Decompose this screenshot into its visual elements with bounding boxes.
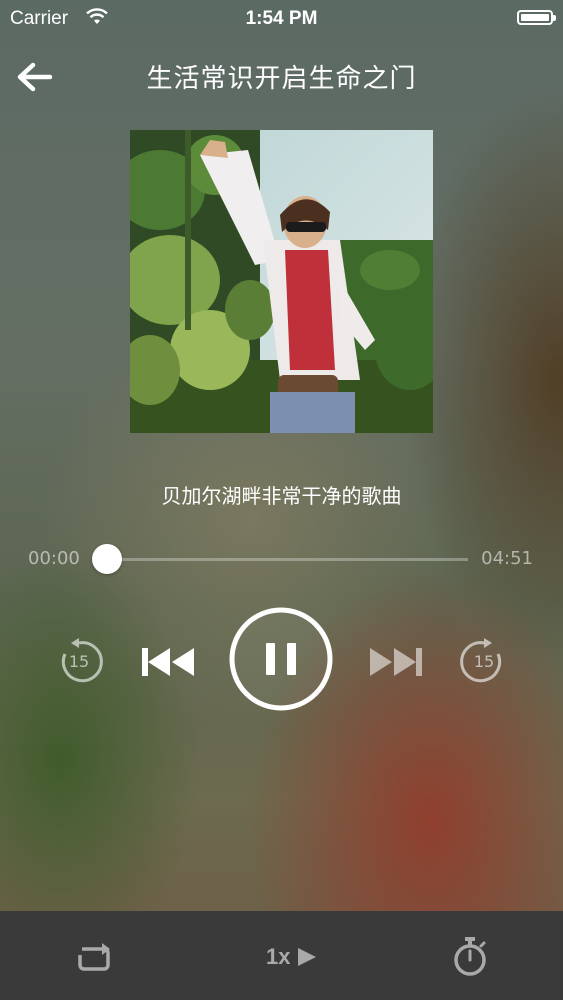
status-bar: Carrier 1:54 PM (0, 0, 563, 38)
album-cover (130, 130, 433, 433)
header: 生活常识开启生命之门 (0, 50, 563, 102)
pause-icon (228, 607, 334, 716)
progress-track[interactable] (100, 558, 468, 561)
skip-back-seconds: 15 (68, 652, 90, 671)
back-button[interactable] (14, 58, 58, 96)
speed-label: 1x (266, 944, 291, 969)
play-triangle-icon (296, 946, 318, 972)
progress-thumb[interactable] (92, 544, 123, 574)
playback-speed-button[interactable]: 1x (266, 941, 326, 973)
page-title: 生活常识开启生命之门 (146, 64, 417, 94)
previous-button[interactable] (140, 644, 196, 680)
next-track-icon (368, 648, 424, 684)
loop-icon (74, 943, 114, 977)
elapsed-time: 00:00 (28, 548, 80, 569)
skip-forward-seconds: 15 (473, 652, 495, 671)
next-button[interactable] (368, 644, 424, 680)
timer-icon (452, 937, 488, 981)
skip-forward-button[interactable]: 15 (460, 638, 508, 686)
track-title: 贝加尔湖畔非常干净的歌曲 (161, 484, 402, 508)
clock: 1:54 PM (245, 8, 318, 29)
back-arrow-icon (14, 62, 54, 100)
pause-button[interactable] (228, 606, 334, 712)
bottom-toolbar: 1x (0, 911, 563, 1000)
loop-button[interactable] (74, 941, 114, 973)
total-time: 04:51 (481, 548, 533, 569)
battery-icon (517, 10, 556, 25)
sleep-timer-button[interactable] (452, 937, 488, 977)
skip-back-button[interactable]: 15 (55, 638, 103, 686)
previous-track-icon (140, 648, 196, 684)
